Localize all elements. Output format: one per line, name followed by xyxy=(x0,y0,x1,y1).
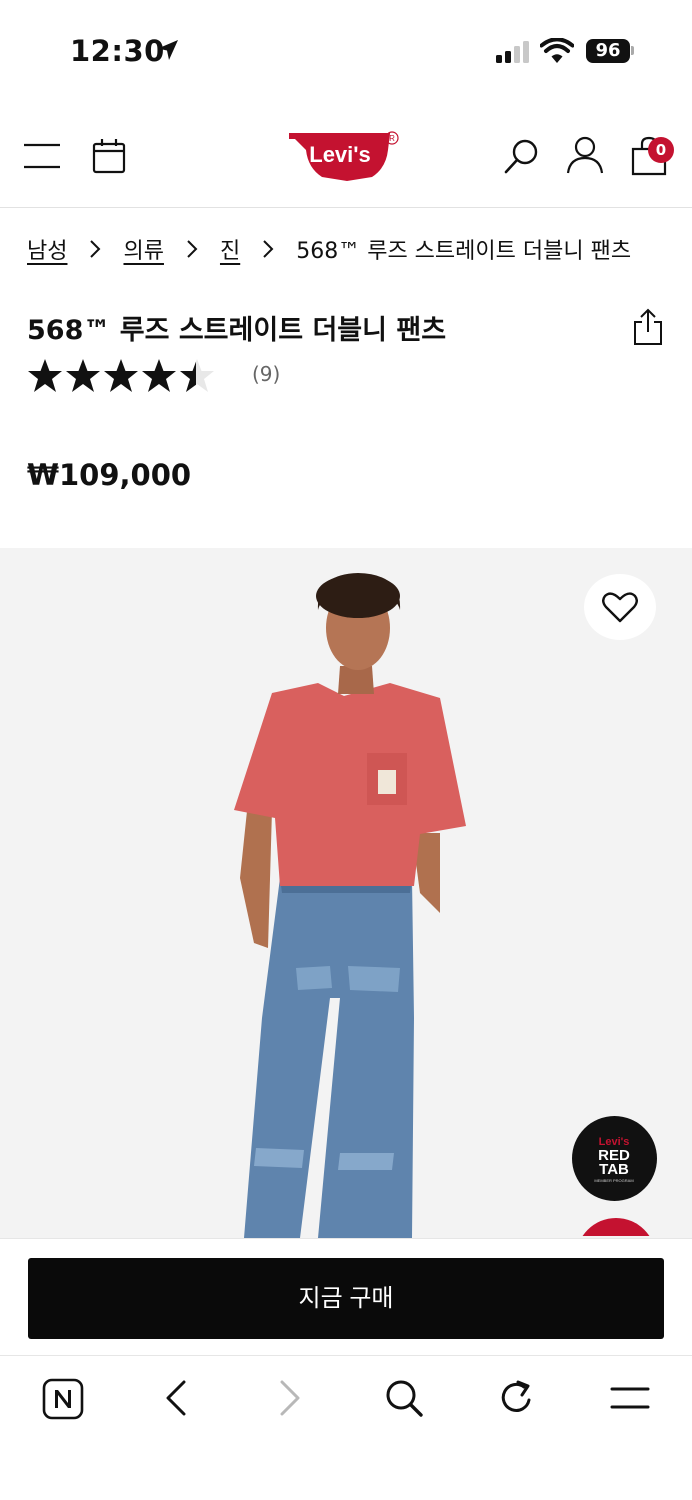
wifi-icon xyxy=(540,38,574,63)
red-tab-logo: Levi's RED TAB MEMBER PROGRAM xyxy=(594,1136,633,1183)
battery-indicator: 96 xyxy=(586,39,630,63)
cellular-signal-icon xyxy=(496,41,529,63)
menu-icon[interactable] xyxy=(610,1378,650,1418)
breadcrumb: 남성 의류 진 568™ 루즈 스트레이트 더블니 팬츠 xyxy=(27,232,631,266)
hamburger-menu-icon[interactable] xyxy=(24,142,60,170)
buy-now-button[interactable]: 지금 구매 xyxy=(28,1258,664,1339)
cart-count-badge: 0 xyxy=(648,137,674,163)
product-title: 568™ 루즈 스트레이트 더블니 팬츠 xyxy=(27,315,447,346)
wishlist-button[interactable] xyxy=(584,574,656,640)
breadcrumb-link-jeans[interactable]: 진 xyxy=(220,233,240,265)
naver-home-icon[interactable] xyxy=(42,1378,84,1420)
red-tab-member-badge[interactable]: Levi's RED TAB MEMBER PROGRAM xyxy=(572,1116,657,1201)
breadcrumb-link-clothing[interactable]: 의류 xyxy=(123,233,163,265)
chevron-right-icon xyxy=(263,240,274,258)
site-header: Levi's R xyxy=(0,100,692,208)
redtab-line4: MEMBER PROGRAM xyxy=(594,1178,633,1183)
svg-text:R: R xyxy=(389,134,395,143)
status-bar: 12:30 96 xyxy=(0,0,692,100)
browser-toolbar xyxy=(0,1356,692,1500)
calendar-icon[interactable] xyxy=(92,138,126,174)
product-price: ₩109,000 xyxy=(27,458,192,492)
buy-bar: 지금 구매 xyxy=(0,1238,692,1356)
levis-batwing-logo: Levi's R xyxy=(289,131,399,181)
breadcrumb-current: 568™ 루즈 스트레이트 더블니 팬츠 xyxy=(296,239,632,264)
review-count[interactable]: (9) xyxy=(252,362,280,386)
stars-icon xyxy=(28,359,214,392)
location-arrow-icon xyxy=(158,40,178,60)
heart-icon xyxy=(602,592,638,623)
back-icon[interactable] xyxy=(164,1378,188,1418)
chevron-right-icon xyxy=(187,240,198,258)
redtab-line3: TAB xyxy=(599,1161,629,1178)
breadcrumb-link-men[interactable]: 남성 xyxy=(27,233,67,265)
levis-logo[interactable]: Levi's R xyxy=(288,130,406,188)
logo-text: Levi's xyxy=(309,142,371,167)
search-icon[interactable] xyxy=(384,1378,424,1418)
star-rating[interactable] xyxy=(27,358,217,394)
account-icon[interactable] xyxy=(566,136,604,174)
search-icon[interactable] xyxy=(504,138,540,174)
forward-icon[interactable] xyxy=(278,1378,302,1418)
status-time: 12:30 xyxy=(70,34,165,68)
chevron-right-icon xyxy=(90,240,101,258)
battery-tip xyxy=(631,46,634,55)
reload-icon[interactable] xyxy=(498,1378,536,1418)
share-icon[interactable] xyxy=(632,308,664,346)
